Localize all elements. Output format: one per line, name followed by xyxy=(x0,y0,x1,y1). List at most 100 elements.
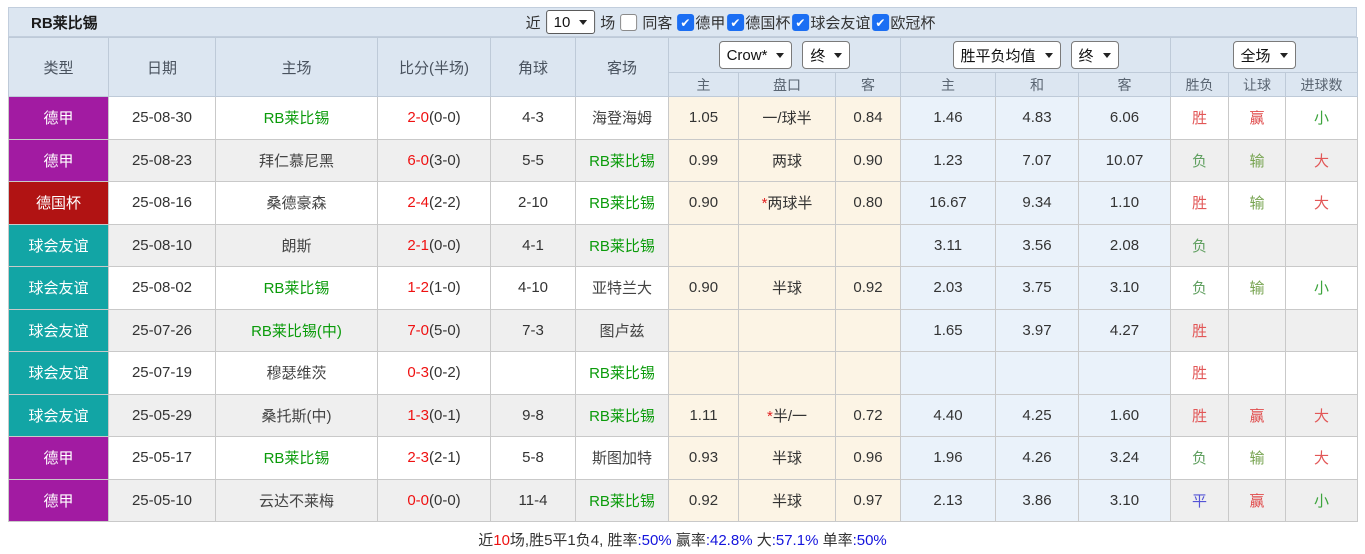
handicap-line-cell xyxy=(738,308,836,352)
handicap-away-odds-cell xyxy=(834,351,902,395)
corner-cell: 7-3 xyxy=(490,308,576,352)
avg-home-odds-cell: 3.11 xyxy=(900,223,997,267)
handicap-select-group: Crow* 终 xyxy=(667,37,902,73)
away-team-cell: RB莱比锡 xyxy=(575,181,669,225)
league-filter-label: 欧冠杯 xyxy=(890,14,936,32)
odds-type-value: 胜平负均值 xyxy=(960,47,1036,65)
filter-bar: 近 10 场 同客 德甲 德国杯 球会友谊 欧冠杯 xyxy=(526,10,935,34)
handicap-line-cell xyxy=(738,223,836,267)
score-cell: 2-0(0-0) xyxy=(377,96,491,140)
goals-result-cell xyxy=(1285,351,1359,395)
same-opponent-label: 同客 xyxy=(642,14,673,32)
summary-segment: 赢率 xyxy=(671,532,706,549)
avg-draw-odds-cell: 3.97 xyxy=(995,308,1080,352)
chevron-down-icon xyxy=(834,52,843,58)
avg-draw-odds-cell: 4.26 xyxy=(995,436,1080,480)
handicap-line-cell: 一/球半 xyxy=(738,96,836,140)
away-team-cell: RB莱比锡 xyxy=(575,478,669,522)
fulltime-scope-select[interactable]: 全场 xyxy=(1232,41,1296,69)
avg-away-odds-cell xyxy=(1078,351,1172,395)
match-result-cell: 负 xyxy=(1170,266,1230,310)
checkbox-icon[interactable] xyxy=(872,13,890,31)
col-header-handicap-line: 盘口 xyxy=(738,72,836,97)
match-row: 德甲 25-05-17 RB莱比锡 2-3(2-1) 5-8 斯图加特 0.93 半球 0.96… xyxy=(8,436,1359,480)
goals-result-cell: 小 xyxy=(1285,478,1359,522)
col-header-goals: 进球数 xyxy=(1285,72,1359,97)
recent-count-value: 10 xyxy=(553,13,571,31)
home-team-cell: RB莱比锡 xyxy=(215,266,378,310)
same-opponent-checkbox[interactable] xyxy=(620,13,638,31)
chevron-down-icon xyxy=(1102,52,1111,58)
summary-segment: :57.1% xyxy=(771,532,819,549)
date-cell: 25-08-02 xyxy=(108,266,216,310)
away-team-cell: RB莱比锡 xyxy=(575,351,669,395)
match-result-cell: 负 xyxy=(1170,436,1230,480)
league-filters: 德甲 德国杯 球会友谊 欧冠杯 xyxy=(677,12,935,33)
handicap-away-odds-cell: 0.92 xyxy=(834,266,902,310)
away-team-cell: 海登海姆 xyxy=(575,96,669,140)
date-cell: 25-08-30 xyxy=(108,96,216,140)
league-type-cell: 德甲 xyxy=(8,478,109,522)
corner-cell: 9-8 xyxy=(490,393,576,437)
handicap-home-odds-cell xyxy=(668,308,739,352)
match-row: 德甲 25-08-23 拜仁慕尼黑 6-0(3-0) 5-5 RB莱比锡 0.99 两球 0.9… xyxy=(8,138,1359,182)
match-row: 球会友谊 25-07-19 穆瑟维茨 0-3(0-2) RB莱比锡 胜 xyxy=(8,351,1359,395)
match-row: 德甲 25-08-30 RB莱比锡 2-0(0-0) 4-3 海登海姆 1.05 一/球半 0.… xyxy=(8,96,1359,140)
score-cell: 2-4(2-2) xyxy=(377,181,491,225)
avg-draw-odds-cell: 3.56 xyxy=(995,223,1080,267)
date-cell: 25-05-29 xyxy=(108,393,216,437)
match-row: 球会友谊 25-07-26 RB莱比锡(中) 7-0(5-0) 7-3 图卢兹 1.65 3.… xyxy=(8,308,1359,352)
summary-segment: 近 xyxy=(478,532,494,549)
handicap-result-cell xyxy=(1228,351,1287,395)
handicap-home-odds-cell: 1.11 xyxy=(668,393,739,437)
col-header-result: 胜负 xyxy=(1170,72,1230,97)
avg-home-odds-cell: 1.46 xyxy=(900,96,997,140)
handicap-company-select[interactable]: Crow* xyxy=(718,41,793,69)
match-row: 球会友谊 25-08-10 朗斯 2-1(0-0) 4-1 RB莱比锡 3.11 3.56 2.… xyxy=(8,223,1359,267)
league-filter-球会友谊[interactable]: 球会友谊 xyxy=(792,12,870,33)
handicap-result-cell: 输 xyxy=(1228,181,1287,225)
avg-draw-odds-cell: 7.07 xyxy=(995,138,1080,182)
home-team-cell: RB莱比锡 xyxy=(215,436,378,480)
odds-type-select[interactable]: 胜平负均值 xyxy=(952,41,1061,69)
league-filter-欧冠杯[interactable]: 欧冠杯 xyxy=(872,12,935,33)
avg-draw-odds-cell xyxy=(995,351,1080,395)
handicap-result-cell xyxy=(1228,223,1287,267)
col-header-odds-away: 客 xyxy=(1078,72,1172,97)
recent-count-select[interactable]: 10 xyxy=(545,10,596,34)
fulltime-scope-value: 全场 xyxy=(1240,47,1271,65)
avg-home-odds-cell xyxy=(900,351,997,395)
handicap-state-value: 终 xyxy=(810,47,826,65)
checkbox-icon[interactable] xyxy=(727,13,745,31)
avg-away-odds-cell: 10.07 xyxy=(1078,138,1172,182)
col-header-odds-home: 主 xyxy=(900,72,997,97)
avg-home-odds-cell: 4.40 xyxy=(900,393,997,437)
home-team-cell: RB莱比锡 xyxy=(215,96,378,140)
handicap-line-cell: *半/一 xyxy=(738,393,836,437)
handicap-home-odds-cell: 0.90 xyxy=(668,266,739,310)
league-filter-德甲[interactable]: 德甲 xyxy=(677,12,725,33)
date-cell: 25-08-16 xyxy=(108,181,216,225)
summary-segment: :42.8% xyxy=(705,532,753,549)
chevron-down-icon xyxy=(1044,52,1053,58)
col-header-odds-draw: 和 xyxy=(995,72,1080,97)
col-header-score: 比分(半场) xyxy=(377,37,491,97)
summary-segment: 场,胜5平1负4, 胜率 xyxy=(509,532,638,549)
page: RB莱比锡 近 10 场 同客 德甲德国杯球会友谊欧冠杯 类型 日期 主场 xyxy=(8,7,1359,554)
home-team-cell: 朗斯 xyxy=(215,223,378,267)
match-result-cell: 胜 xyxy=(1170,181,1230,225)
league-filter-德国杯[interactable]: 德国杯 xyxy=(727,12,790,33)
goals-result-cell: 小 xyxy=(1285,266,1359,310)
handicap-away-odds-cell: 0.72 xyxy=(834,393,902,437)
corner-cell: 5-8 xyxy=(490,436,576,480)
score-cell: 0-3(0-2) xyxy=(377,351,491,395)
match-result-cell: 平 xyxy=(1170,478,1230,522)
handicap-away-odds-cell: 0.90 xyxy=(834,138,902,182)
odds-state-select[interactable]: 终 xyxy=(1070,41,1119,69)
goals-result-cell xyxy=(1285,223,1359,267)
summary-segment: :50% xyxy=(637,532,672,549)
handicap-state-select[interactable]: 终 xyxy=(802,41,851,69)
checkbox-icon[interactable] xyxy=(792,13,810,31)
handicap-away-odds-cell: 0.84 xyxy=(834,96,902,140)
checkbox-icon[interactable] xyxy=(677,13,695,31)
